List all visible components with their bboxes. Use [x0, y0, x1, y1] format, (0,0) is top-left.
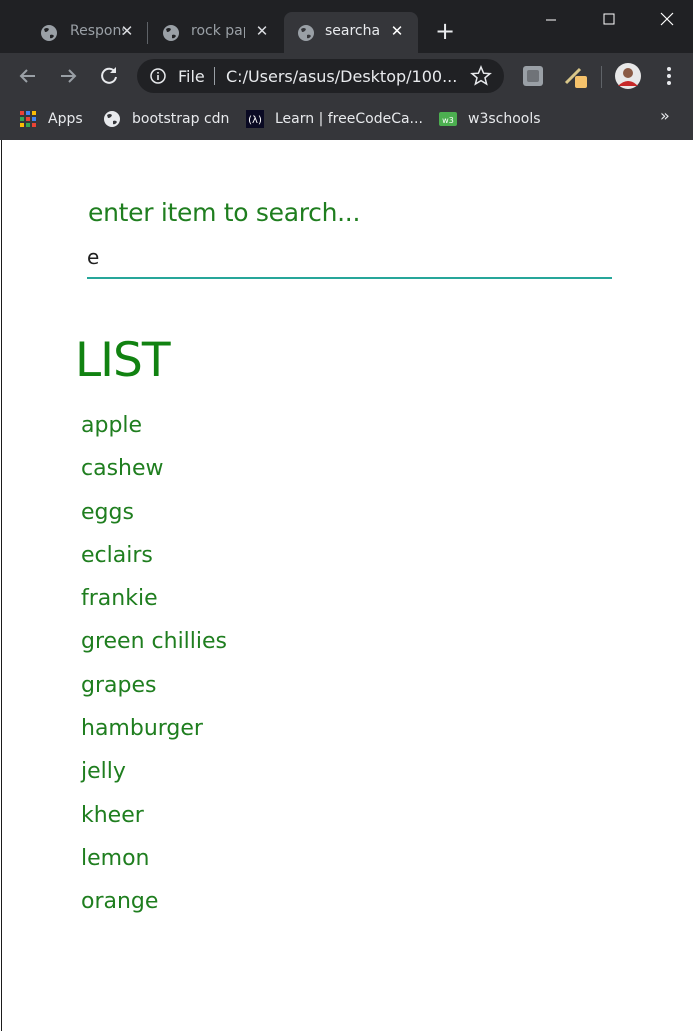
list-item: green chillies: [81, 629, 228, 655]
tab-responsive[interactable]: Respons ✕: [14, 12, 144, 53]
list-item: cashew: [81, 456, 164, 482]
minimize-icon: [546, 19, 556, 21]
close-tab-icon[interactable]: ✕: [117, 21, 137, 41]
svg-text:(λ): (λ): [248, 115, 262, 126]
item-list: apple cashew eggs eclairs frankie green …: [81, 410, 227, 930]
back-arrow-icon[interactable]: [14, 62, 42, 90]
bookmark-apps[interactable]: Apps: [19, 108, 83, 130]
bookmark-freecodecamp[interactable]: (λ) Learn | freeCodeCa...: [246, 108, 423, 130]
maximize-button[interactable]: [594, 6, 624, 34]
bookmarks-bar: Apps bootstrap cdn (λ) Learn | freeCodeC…: [0, 100, 693, 140]
bookmarks-overflow-button[interactable]: »: [660, 106, 670, 125]
bookmark-label: w3schools: [468, 111, 541, 127]
globe-icon: [163, 25, 179, 41]
page-viewport: enter item to search... LIST apple cashe…: [1, 140, 693, 1031]
tab-title: searchab: [325, 23, 379, 39]
list-item: orange: [81, 889, 159, 915]
tab-title: Respons: [70, 23, 124, 39]
address-bar[interactable]: File C:/Users/asus/Desktop/100...: [137, 59, 504, 93]
tab-separator: [147, 22, 148, 44]
omnibox-divider: [214, 67, 215, 85]
globe-icon: [104, 111, 120, 127]
forward-arrow-icon[interactable]: [54, 62, 82, 90]
tab-searchable[interactable]: searchab ✕: [284, 12, 418, 53]
tab-rock-paper[interactable]: rock pap ✕: [149, 12, 279, 53]
list-item: kheer: [81, 802, 144, 828]
apps-grid-icon: [20, 111, 36, 127]
minimize-button[interactable]: [536, 6, 566, 34]
list-item: eggs: [81, 499, 134, 525]
bookmark-label: bootstrap cdn: [132, 111, 230, 127]
profile-avatar[interactable]: [614, 62, 642, 90]
svg-text:w3: w3: [442, 116, 454, 125]
browser-toolbar: File C:/Users/asus/Desktop/100...: [0, 53, 693, 100]
toolbar-divider: [601, 66, 602, 88]
bookmark-bootstrap-cdn[interactable]: bootstrap cdn: [103, 108, 229, 130]
maximize-icon: [603, 13, 615, 25]
kebab-menu-icon[interactable]: [655, 62, 683, 90]
bookmark-label: Apps: [48, 111, 83, 127]
list-item: hamburger: [81, 716, 203, 742]
close-icon: [660, 12, 674, 26]
list-item: grapes: [81, 672, 157, 698]
list-item: jelly: [81, 759, 126, 785]
pencil-extension-icon[interactable]: [561, 62, 589, 90]
search-label: enter item to search...: [88, 198, 361, 227]
reload-icon[interactable]: [95, 62, 123, 90]
tab-strip: Respons ✕ rock pap ✕ searchab ✕ +: [0, 0, 693, 53]
w3schools-icon: w3: [439, 112, 457, 126]
list-item: lemon: [81, 845, 150, 871]
close-tab-icon[interactable]: ✕: [252, 21, 272, 41]
new-tab-button[interactable]: +: [432, 18, 458, 44]
list-title: LIST: [75, 333, 171, 388]
url-text[interactable]: C:/Users/asus/Desktop/100...: [226, 67, 456, 86]
bookmark-star-icon[interactable]: [470, 65, 492, 87]
close-window-button[interactable]: [652, 6, 682, 34]
list-item: apple: [81, 413, 143, 438]
scheme-label: File: [178, 67, 205, 86]
search-input[interactable]: [87, 237, 612, 279]
globe-icon: [41, 25, 57, 41]
list-item: frankie: [81, 586, 158, 612]
info-icon[interactable]: [150, 68, 166, 84]
tab-title: rock pap: [191, 23, 245, 39]
globe-icon: [298, 25, 314, 41]
close-tab-icon[interactable]: ✕: [387, 21, 407, 41]
bookmark-label: Learn | freeCodeCa...: [275, 111, 423, 127]
bookmark-w3schools[interactable]: w3 w3schools: [439, 108, 541, 130]
extension-icon[interactable]: [519, 62, 547, 90]
list-item: eclairs: [81, 542, 153, 568]
freecodecamp-icon: (λ): [246, 110, 264, 128]
